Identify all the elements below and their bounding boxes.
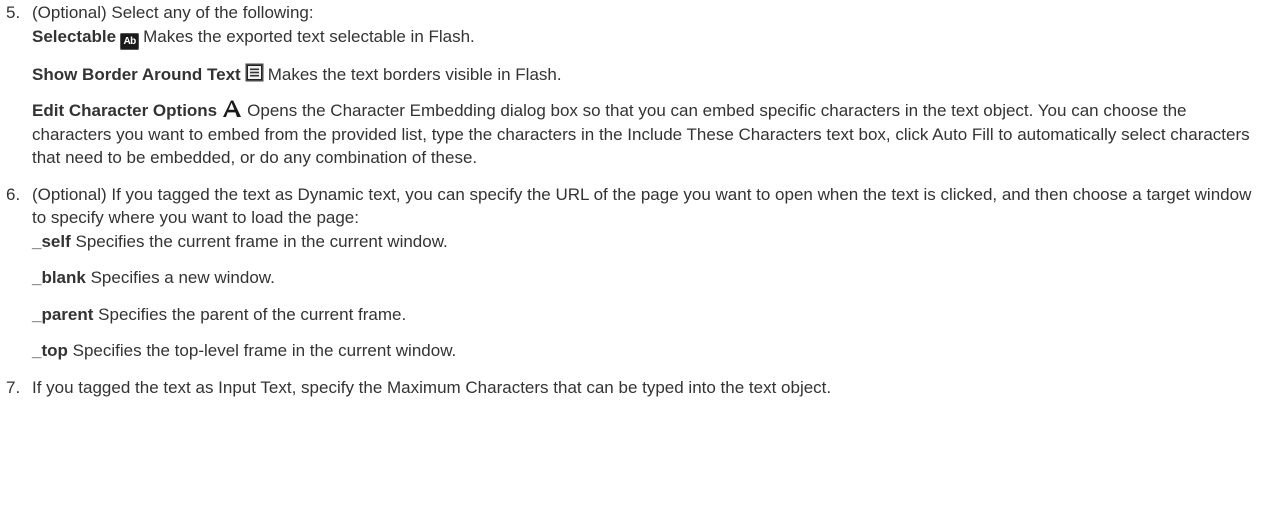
- character-options-icon: [222, 100, 242, 118]
- option-term: _top: [32, 341, 68, 360]
- option-top: _top Specifies the top-level frame in th…: [32, 339, 1261, 363]
- step-intro: (Optional) Select any of the following:: [32, 3, 314, 22]
- show-border-icon: [245, 63, 264, 82]
- step-number: 5.: [6, 3, 21, 22]
- option-term: Selectable: [32, 26, 117, 46]
- step-intro: If you tagged the text as Input Text, sp…: [32, 377, 832, 397]
- option-term: Show Border Around Text: [32, 64, 241, 84]
- option-term: _blank: [32, 268, 86, 287]
- option-selectable: Selectable Ab Makes the exported text sele…: [32, 25, 1261, 50]
- document-body: 5. (Optional) Select any of the followin…: [0, 0, 1261, 399]
- step-5: 5. (Optional) Select any of the followin…: [6, 1, 1261, 170]
- step-number: 7.: [6, 377, 21, 397]
- selectable-ab-icon: Ab: [120, 32, 140, 50]
- option-blank: _blank Specifies a new window.: [32, 266, 1261, 290]
- option-term: Edit Character Options: [32, 101, 218, 120]
- option-term: _parent: [32, 304, 94, 324]
- option-edit-character: Edit Character Options Opens the Characte…: [32, 99, 1261, 170]
- option-description: Specifies the current frame in the curre…: [75, 231, 448, 251]
- option-description: Makes the exported text selectable in Fl…: [143, 26, 475, 46]
- step-6: 6. (Optional) If you tagged the text as …: [6, 183, 1261, 363]
- step-7: 7. If you tagged the text as Input Text,…: [6, 376, 1261, 400]
- option-term: _self: [32, 231, 71, 251]
- option-show-border: Show Border Around Text Makes the text bo…: [32, 63, 1261, 87]
- option-description: Specifies the top-level frame in the cur…: [72, 341, 457, 360]
- option-description: Specifies a new window.: [90, 268, 275, 287]
- option-description: Specifies the parent of the current fram…: [98, 304, 407, 324]
- option-description: Makes the text borders visible in Flash.: [267, 64, 562, 84]
- step-number: 6.: [6, 184, 21, 204]
- step-intro: (Optional) If you tagged the text as Dyn…: [32, 184, 1252, 228]
- option-parent: _parent Specifies the parent of the curr…: [32, 303, 1261, 327]
- option-self: _self Specifies the current frame in the…: [32, 230, 1261, 254]
